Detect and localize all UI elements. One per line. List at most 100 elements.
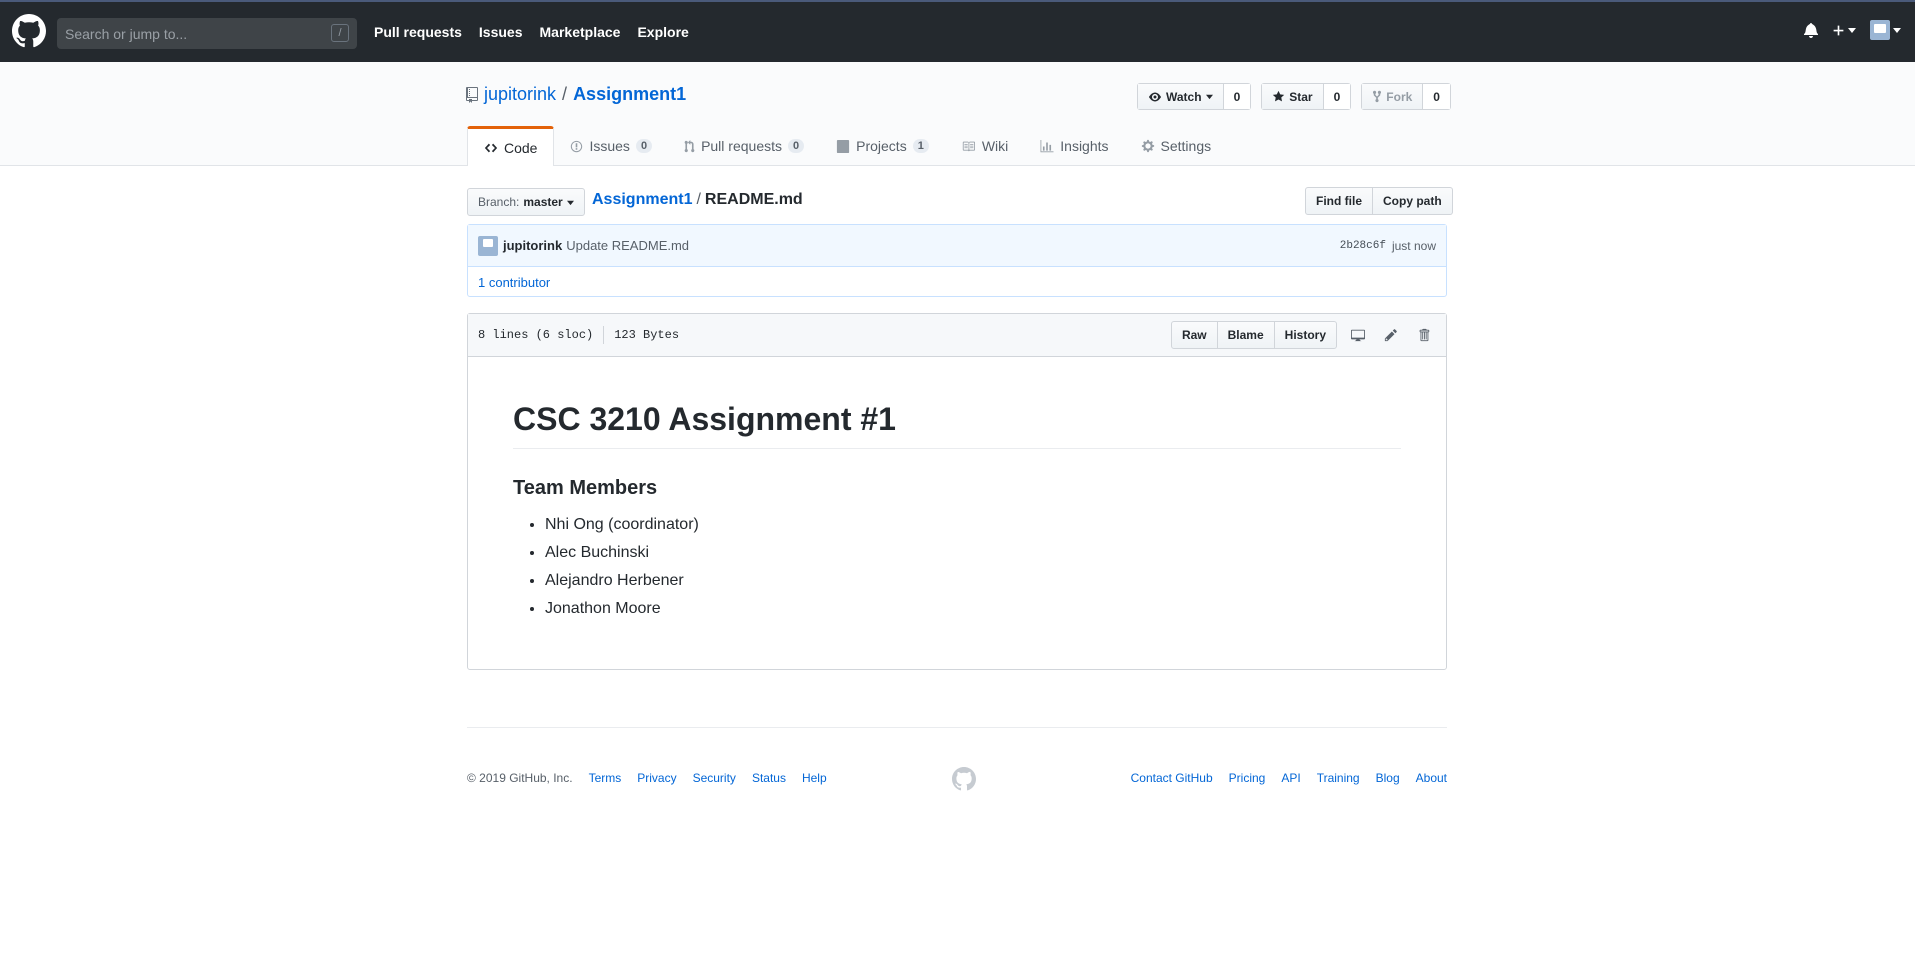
find-file-button[interactable]: Find file <box>1305 187 1373 215</box>
commit-time: just now <box>1391 238 1436 253</box>
user-menu[interactable] <box>1870 20 1901 40</box>
create-new-button[interactable] <box>1832 24 1856 37</box>
blame-button[interactable]: Blame <box>1216 321 1275 349</box>
tab-code[interactable]: Code <box>467 126 555 166</box>
footer-link-status[interactable]: Status <box>752 771 786 785</box>
project-icon <box>837 139 850 153</box>
breadcrumb-repo-link[interactable]: Assignment1 <box>592 191 692 208</box>
tab-count: 1 <box>912 139 929 153</box>
nav-marketplace[interactable]: Marketplace <box>540 24 621 40</box>
commit-author[interactable]: jupitorink <box>503 238 562 253</box>
commit-tease: jupitorink Update README.md 2b28c6f just… <box>467 224 1447 297</box>
tab-label: Wiki <box>981 138 1009 154</box>
repo-name-link[interactable]: Assignment1 <box>573 84 686 105</box>
tab-insights[interactable]: Insights <box>1024 126 1124 166</box>
file-size: 123 Bytes <box>614 328 680 342</box>
contributors-link[interactable]: 1 contributor <box>478 275 550 290</box>
search-input[interactable] <box>65 25 315 42</box>
tab-projects[interactable]: Projects 1 <box>820 126 945 166</box>
github-logo-icon[interactable] <box>12 14 46 48</box>
tab-label: Settings <box>1160 138 1212 154</box>
footer-link-security[interactable]: Security <box>693 771 736 785</box>
repo-owner-link[interactable]: jupitorink <box>484 84 556 105</box>
nav-explore[interactable]: Explore <box>637 24 688 40</box>
footer-link-help[interactable]: Help <box>802 771 827 785</box>
github-mark-icon[interactable] <box>952 767 976 791</box>
nav-pull-requests[interactable]: Pull requests <box>374 24 462 40</box>
breadcrumb-separator: / <box>696 191 701 208</box>
list-item: Alejandro Herbener <box>545 572 1401 589</box>
tab-settings[interactable]: Settings <box>1125 126 1228 166</box>
eye-icon <box>1149 92 1161 101</box>
top-navbar: / Pull requests Issues Marketplace Explo… <box>0 0 1915 62</box>
commit-meta: 2b28c6f just now <box>1340 239 1436 253</box>
readme-title: CSC 3210 Assignment #1 <box>513 401 1401 449</box>
file-info: 8 lines (6 sloc) 123 Bytes <box>478 326 679 344</box>
fork-count[interactable]: 0 <box>1423 84 1450 109</box>
watch-button[interactable]: Watch <box>1138 84 1224 109</box>
trash-icon[interactable] <box>1412 323 1436 347</box>
footer-link-training[interactable]: Training <box>1317 771 1360 785</box>
tab-issues[interactable]: Issues 0 <box>554 126 668 166</box>
bell-icon[interactable] <box>1804 22 1818 38</box>
tab-label: Projects <box>856 138 907 154</box>
footer-link-api[interactable]: API <box>1281 771 1300 785</box>
raw-button[interactable]: Raw <box>1170 321 1218 349</box>
file-lines: 8 lines (6 sloc) <box>478 328 594 342</box>
tab-count: 0 <box>788 139 805 153</box>
avatar[interactable] <box>478 235 498 256</box>
copy-path-button[interactable]: Copy path <box>1373 187 1453 215</box>
copyright: © 2019 GitHub, Inc. <box>467 771 573 785</box>
search-hotkey-badge: / <box>331 24 349 42</box>
tab-pull-requests[interactable]: Pull requests 0 <box>668 126 820 166</box>
fork-button[interactable]: Fork <box>1362 84 1424 109</box>
caret-down-icon <box>1205 94 1213 100</box>
latest-commit: jupitorink Update README.md 2b28c6f just… <box>468 225 1446 267</box>
readme-content: CSC 3210 Assignment #1 Team Members Nhi … <box>468 357 1446 617</box>
file-header: 8 lines (6 sloc) 123 Bytes Raw Blame His… <box>468 314 1446 357</box>
issue-icon <box>571 140 583 152</box>
footer: © 2019 GitHub, Inc. Terms Privacy Securi… <box>467 727 1447 807</box>
history-button[interactable]: History <box>1273 321 1337 349</box>
plus-icon <box>1833 25 1844 35</box>
caret-down-icon <box>1848 28 1856 33</box>
list-item: Nhi Ong (coordinator) <box>545 516 1401 533</box>
avatar <box>1870 20 1890 40</box>
footer-link-pricing[interactable]: Pricing <box>1229 771 1266 785</box>
code-icon <box>484 143 498 152</box>
contributors-row: 1 contributor <box>468 267 1446 297</box>
breadcrumb: Assignment1/README.md <box>592 191 803 209</box>
repo-icon <box>466 86 478 103</box>
repo-title: jupitorink / Assignment1 <box>466 84 686 105</box>
star-button[interactable]: Star <box>1262 84 1324 109</box>
watch-count[interactable]: 0 <box>1223 84 1251 109</box>
tab-label: Pull requests <box>701 138 782 154</box>
footer-left: © 2019 GitHub, Inc. Terms Privacy Securi… <box>467 771 827 785</box>
star-count[interactable]: 0 <box>1323 84 1351 109</box>
tab-count: 0 <box>635 139 653 153</box>
caret-down-icon <box>566 200 574 205</box>
book-icon <box>962 141 975 151</box>
star-icon <box>1273 90 1285 102</box>
fork-label: Fork <box>1386 89 1413 104</box>
footer-link-blog[interactable]: Blog <box>1376 771 1400 785</box>
footer-link-contact[interactable]: Contact GitHub <box>1131 771 1213 785</box>
desktop-icon[interactable] <box>1346 323 1370 347</box>
nav-issues[interactable]: Issues <box>479 24 523 40</box>
footer-link-terms[interactable]: Terms <box>589 771 622 785</box>
star-group: Star 0 <box>1261 83 1352 110</box>
search-box[interactable]: / <box>57 18 357 49</box>
file-actions: Raw Blame History <box>1170 321 1436 349</box>
tab-wiki[interactable]: Wiki <box>945 126 1024 166</box>
branch-prefix: Branch: <box>478 195 520 209</box>
pencil-icon[interactable] <box>1379 323 1403 347</box>
commit-sha[interactable]: 2b28c6f <box>1340 240 1386 252</box>
footer-link-privacy[interactable]: Privacy <box>637 771 676 785</box>
topbar-actions <box>1804 20 1901 40</box>
repo-tabs: Code Issues 0 Pull requests 0 Projects 1… <box>467 126 1227 166</box>
commit-message[interactable]: Update README.md <box>566 238 689 253</box>
branch-select[interactable]: Branch: master <box>467 188 585 216</box>
footer-link-about[interactable]: About <box>1416 771 1447 785</box>
watch-label: Watch <box>1166 89 1202 104</box>
global-nav: Pull requests Issues Marketplace Explore <box>374 24 706 40</box>
